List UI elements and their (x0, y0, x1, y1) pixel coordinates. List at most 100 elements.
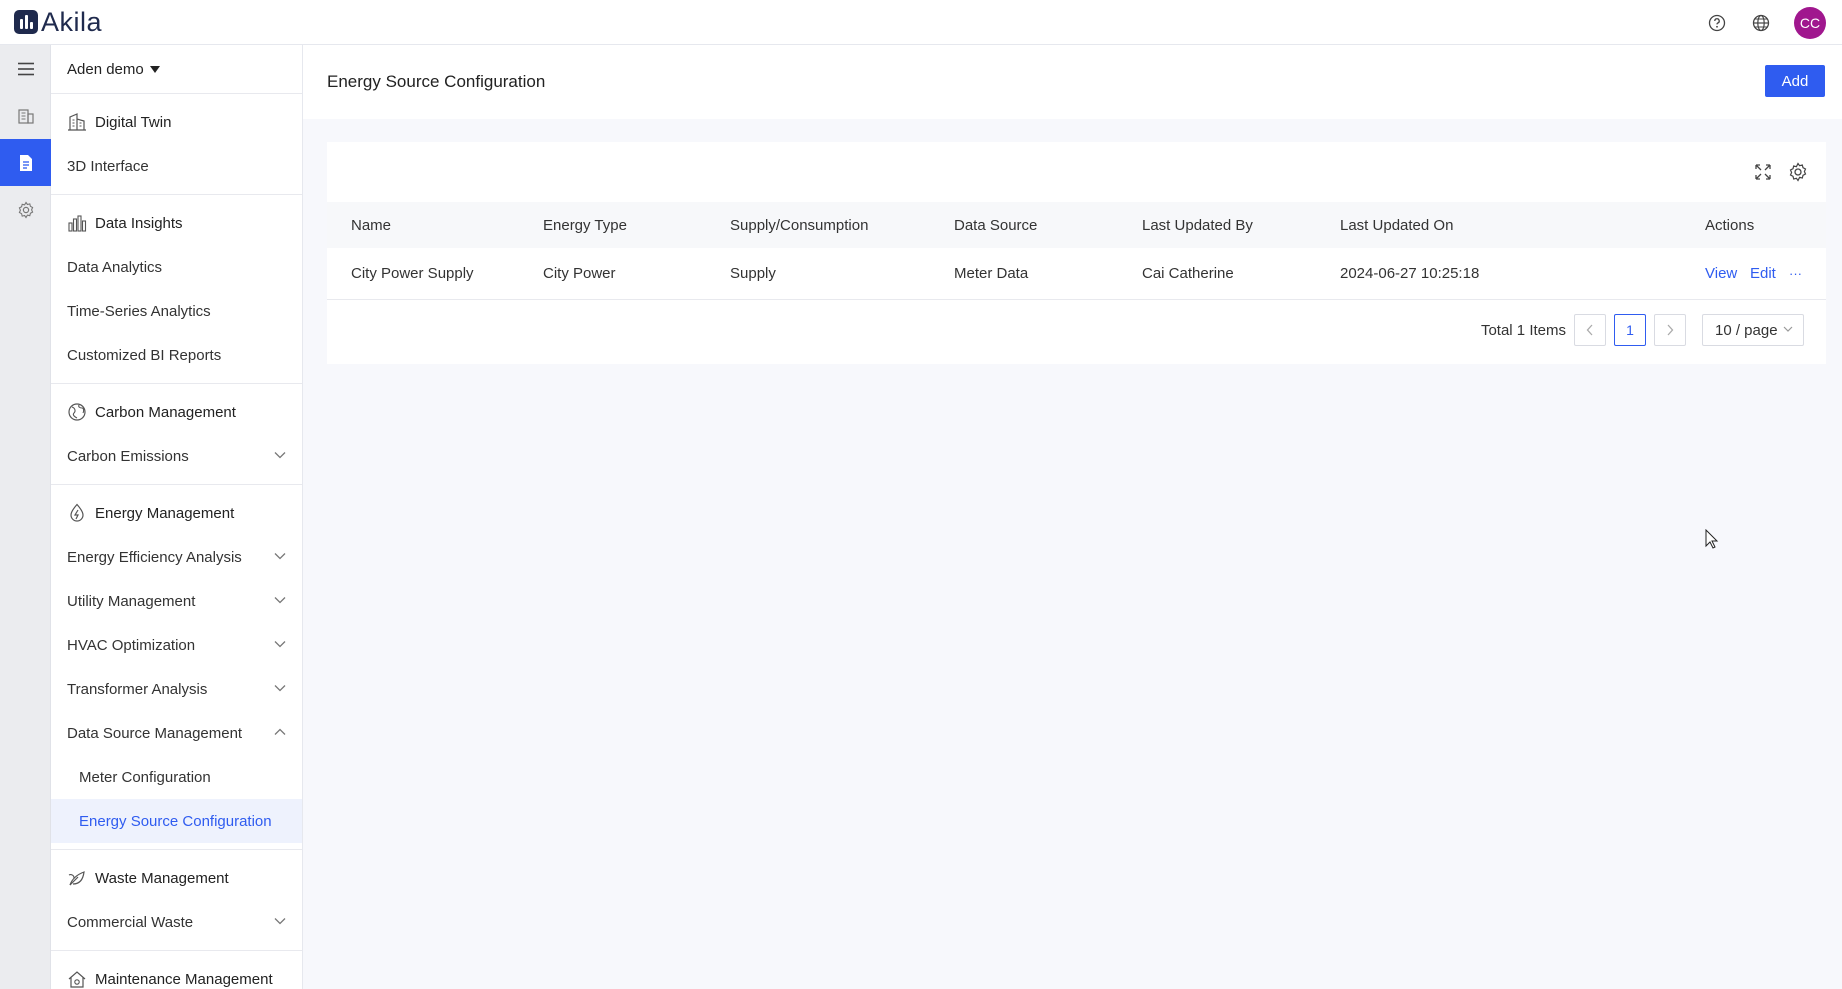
globe-leaf-icon (67, 402, 87, 422)
menu-group-title: Energy Management (95, 504, 235, 522)
column-header-data-source[interactable]: Data Source (954, 217, 1037, 234)
menu-item-label: Transformer Analysis (67, 680, 208, 698)
table-header: Name Energy Type Supply/Consumption Data… (327, 202, 1826, 248)
document-icon[interactable] (0, 139, 51, 186)
main-content: Energy Source Configuration Add Name Ene… (303, 45, 1842, 989)
caret-down-icon (149, 65, 160, 73)
menu-item-label: Data Source Management (67, 724, 243, 742)
menu-item-label: Data Analytics (67, 258, 163, 276)
pagination: Total 1 Items 1 10 / page (1481, 314, 1804, 346)
menu-group-title: Maintenance Management (95, 970, 273, 988)
menu-item-commercial-waste[interactable]: Commercial Waste (51, 900, 302, 944)
menu-group-energy-management: Energy Management Energy Efficiency Anal… (51, 485, 302, 850)
mouse-cursor-icon (1705, 529, 1719, 549)
menu-group-header[interactable]: Maintenance Management (51, 957, 302, 989)
menu-item-label: HVAC Optimization (67, 636, 196, 654)
menu-item-label: Commercial Waste (67, 913, 194, 931)
menu-group-digital-twin: Digital Twin 3D Interface (51, 94, 302, 195)
logo-text: Akila (41, 6, 103, 37)
menu-group-title: Waste Management (95, 869, 229, 887)
building-icon[interactable] (0, 92, 51, 139)
menu-group-header[interactable]: Data Insights (51, 201, 302, 245)
project-selector[interactable]: Aden demo (51, 45, 302, 94)
menu-item-data-source-management[interactable]: Data Source Management (51, 711, 302, 755)
menu-item-label: Utility Management (67, 592, 196, 610)
gear-icon[interactable] (0, 186, 51, 233)
view-link[interactable]: View (1705, 265, 1737, 282)
menu-item-energy-efficiency-analysis[interactable]: Energy Efficiency Analysis (51, 535, 302, 579)
table-tools (1754, 162, 1808, 187)
edit-link[interactable]: Edit (1750, 265, 1776, 282)
menu-subitem-energy-source-configuration[interactable]: Energy Source Configuration (51, 799, 302, 843)
bar-chart-icon (67, 213, 87, 233)
menu-group-waste-management: Waste Management Commercial Waste (51, 850, 302, 951)
page-size-select[interactable]: 10 / page (1702, 314, 1804, 346)
page-number-button[interactable]: 1 (1614, 314, 1646, 346)
top-bar: Akila CC (0, 0, 1842, 45)
user-avatar[interactable]: CC (1794, 6, 1826, 39)
side-menu: Aden demo Digital Twin 3D Interface Data… (51, 45, 303, 989)
menu-group-data-insights: Data Insights Data Analytics Time-Series… (51, 195, 302, 384)
menu-item-transformer-analysis[interactable]: Transformer Analysis (51, 667, 302, 711)
cell-energy-type: City Power (543, 265, 616, 282)
page-size-value: 10 / page (1715, 321, 1778, 339)
chevron-down-icon (274, 597, 286, 604)
column-header-last-updated-on[interactable]: Last Updated On (1340, 217, 1453, 234)
menu-group-title: Carbon Management (95, 403, 236, 421)
menu-item-label: Energy Efficiency Analysis (67, 548, 242, 566)
menu-item-label: Energy Source Configuration (79, 812, 272, 830)
menu-subitem-meter-configuration[interactable]: Meter Configuration (51, 755, 302, 799)
page-header: Energy Source Configuration Add (303, 45, 1842, 119)
menu-group-header[interactable]: Carbon Management (51, 390, 302, 434)
table-row: City Power Supply City Power Supply Mete… (327, 248, 1826, 300)
column-header-energy-type[interactable]: Energy Type (543, 217, 627, 234)
project-name: Aden demo (67, 60, 144, 78)
chevron-down-icon (1783, 326, 1793, 332)
icon-rail (0, 45, 51, 989)
house-gear-icon (67, 969, 87, 989)
settings-gear-icon[interactable] (1788, 162, 1808, 187)
pagination-total: Total 1 Items (1480, 321, 1566, 339)
cell-name: City Power Supply (351, 265, 474, 282)
menu-group-header[interactable]: Digital Twin (51, 100, 302, 144)
menu-item-carbon-emissions[interactable]: Carbon Emissions (51, 434, 302, 478)
chevron-down-icon (274, 641, 286, 648)
logo-mark-icon (14, 10, 38, 34)
menu-item-label: Meter Configuration (79, 768, 211, 786)
more-actions-button[interactable]: ··· (1789, 266, 1802, 281)
menu-group-header[interactable]: Waste Management (51, 856, 302, 900)
column-header-name[interactable]: Name (351, 217, 391, 234)
chevron-down-icon (274, 918, 286, 925)
column-header-supply-consumption[interactable]: Supply/Consumption (730, 217, 868, 234)
menu-item-data-analytics[interactable]: Data Analytics (51, 245, 302, 289)
chevron-down-icon (274, 452, 286, 459)
app-logo[interactable]: Akila (14, 7, 102, 38)
cell-last-updated-on: 2024-06-27 10:25:18 (1340, 265, 1480, 282)
menu-item-label: 3D Interface (67, 157, 149, 175)
menu-toggle-icon[interactable] (0, 45, 51, 92)
next-page-button[interactable] (1654, 314, 1686, 346)
column-header-last-updated-by[interactable]: Last Updated By (1142, 217, 1253, 234)
menu-item-hvac-optimization[interactable]: HVAC Optimization (51, 623, 302, 667)
chevron-down-icon (274, 685, 286, 692)
cell-data-source: Meter Data (954, 265, 1029, 282)
menu-item-customized-bi-reports[interactable]: Customized BI Reports (51, 333, 302, 377)
column-header-actions: Actions (1705, 216, 1755, 234)
menu-group-maintenance-management: Maintenance Management (51, 951, 302, 989)
building-icon (67, 112, 87, 132)
menu-item-utility-management[interactable]: Utility Management (51, 579, 302, 623)
menu-group-header[interactable]: Energy Management (51, 491, 302, 535)
menu-item-time-series-analytics[interactable]: Time-Series Analytics (51, 289, 302, 333)
help-icon[interactable] (1706, 12, 1728, 34)
fullscreen-icon[interactable] (1754, 163, 1772, 186)
menu-item-label: Customized BI Reports (67, 346, 222, 364)
prev-page-button[interactable] (1574, 314, 1606, 346)
add-button[interactable]: Add (1765, 65, 1825, 97)
menu-item-3d-interface[interactable]: 3D Interface (51, 144, 302, 188)
leaf-icon (67, 868, 87, 888)
menu-item-label: Carbon Emissions (67, 447, 189, 465)
cell-last-updated-by: Cai Catherine (1142, 265, 1234, 282)
table-card: Name Energy Type Supply/Consumption Data… (327, 142, 1826, 364)
globe-icon[interactable] (1750, 12, 1772, 34)
menu-group-title: Digital Twin (95, 113, 172, 131)
